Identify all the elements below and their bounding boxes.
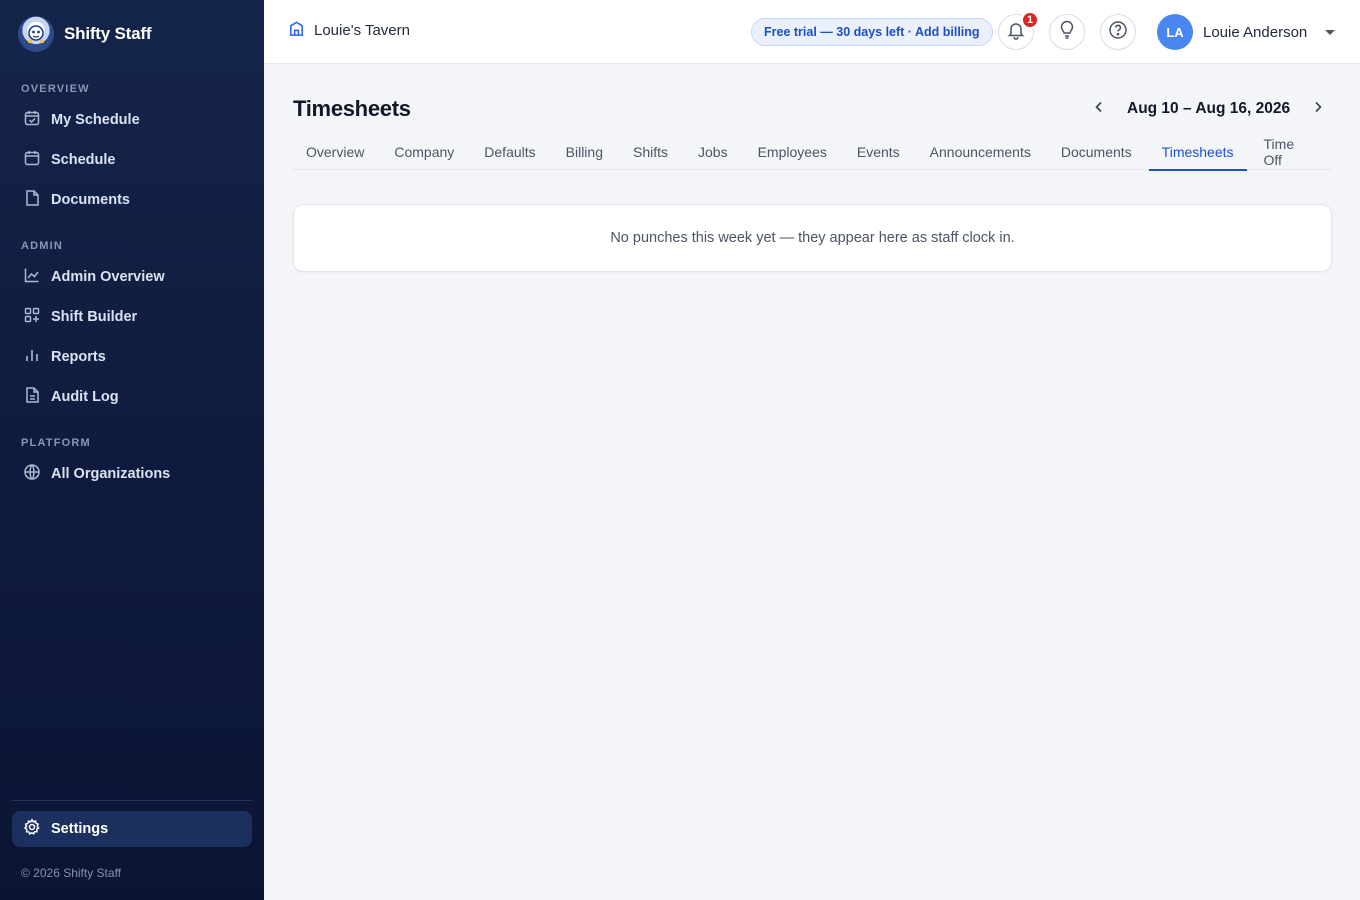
tab-defaults[interactable]: Defaults	[471, 134, 548, 170]
line-chart-icon	[23, 266, 41, 288]
file-text-icon	[23, 386, 41, 408]
sidebar-item-settings[interactable]: Settings	[12, 811, 252, 847]
brand-name: Shifty Staff	[64, 24, 152, 43]
user-menu[interactable]: LA Louie Anderson	[1157, 14, 1336, 50]
section-label-overview: OVERVIEW	[21, 83, 90, 95]
document-icon	[23, 189, 41, 211]
tab-billing[interactable]: Billing	[553, 134, 616, 170]
copyright: © 2026 Shifty Staff	[21, 866, 122, 880]
empty-state-message: No punches this week yet — they appear h…	[610, 230, 1015, 246]
avatar: LA	[1157, 14, 1193, 50]
sidebar-item-label: Audit Log	[51, 389, 119, 405]
empty-state-card: No punches this week yet — they appear h…	[293, 204, 1332, 272]
tab-timesheets[interactable]: Timesheets	[1148, 134, 1247, 171]
sidebar-item-label: Settings	[51, 821, 109, 837]
sidebar-item-shift-builder[interactable]: Shift Builder	[12, 299, 252, 335]
trial-banner-button[interactable]: Free trial — 30 days left · Add billing	[751, 18, 993, 46]
org-name: Louie's Tavern	[314, 22, 410, 39]
org-selector[interactable]: Louie's Tavern	[288, 20, 410, 41]
globe-icon	[23, 463, 41, 485]
sidebar-divider	[12, 800, 252, 801]
chevron-down-icon	[1325, 29, 1336, 35]
section-label-admin: ADMIN	[21, 240, 64, 252]
settings-tabs: Overview Company Defaults Billing Shifts…	[293, 134, 1332, 171]
sidebar-item-label: Admin Overview	[51, 269, 165, 285]
tab-events[interactable]: Events	[844, 134, 913, 170]
bar-chart-icon	[23, 346, 41, 368]
help-button[interactable]	[1100, 14, 1136, 50]
chevron-left-icon	[1092, 100, 1106, 119]
building-icon	[288, 20, 305, 41]
previous-week-button[interactable]	[1088, 98, 1110, 120]
week-navigator: Aug 10 – Aug 16, 2026	[1088, 96, 1329, 122]
next-week-button[interactable]	[1307, 98, 1329, 120]
grid-plus-icon	[23, 306, 41, 328]
brand[interactable]: Shifty Staff	[18, 16, 152, 52]
sidebar-item-audit-log[interactable]: Audit Log	[12, 379, 252, 415]
sidebar-item-admin-overview[interactable]: Admin Overview	[12, 259, 252, 295]
tab-jobs[interactable]: Jobs	[685, 134, 741, 170]
tab-announcements[interactable]: Announcements	[917, 134, 1044, 170]
tips-button[interactable]	[1049, 14, 1085, 50]
sidebar-item-all-organizations[interactable]: All Organizations	[12, 456, 252, 492]
sidebar: Shifty Staff OVERVIEW My Schedule Schedu…	[0, 0, 264, 900]
sidebar-item-reports[interactable]: Reports	[12, 339, 252, 375]
help-icon	[1108, 20, 1128, 45]
gear-icon	[23, 818, 41, 840]
tab-documents[interactable]: Documents	[1048, 134, 1145, 170]
tab-overview[interactable]: Overview	[293, 134, 377, 170]
sidebar-item-documents[interactable]: Documents	[12, 182, 252, 218]
tab-time-off[interactable]: Time Off	[1251, 134, 1328, 170]
section-label-platform: PLATFORM	[21, 437, 91, 449]
top-bar: Louie's Tavern Free trial — 30 days left…	[264, 0, 1360, 64]
notification-badge: 1	[1021, 11, 1039, 29]
calendar-icon	[23, 149, 41, 171]
calendar-check-icon	[23, 109, 41, 131]
week-range: Aug 10 – Aug 16, 2026	[1127, 100, 1291, 117]
sidebar-item-label: Schedule	[51, 152, 116, 168]
page-title: Timesheets	[293, 96, 411, 121]
sidebar-item-label: Reports	[51, 349, 106, 365]
notifications-button[interactable]: 1	[998, 11, 1039, 50]
sidebar-item-label: Documents	[51, 192, 130, 208]
tab-shifts[interactable]: Shifts	[620, 134, 681, 170]
chevron-right-icon	[1311, 100, 1325, 119]
user-name: Louie Anderson	[1203, 23, 1308, 41]
tab-employees[interactable]: Employees	[745, 134, 840, 170]
sidebar-item-label: Shift Builder	[51, 309, 138, 325]
lightbulb-icon	[1057, 20, 1077, 45]
logo-icon	[18, 16, 54, 52]
sidebar-item-my-schedule[interactable]: My Schedule	[12, 102, 252, 138]
sidebar-item-label: My Schedule	[51, 112, 140, 128]
sidebar-item-label: All Organizations	[51, 466, 171, 482]
tab-company[interactable]: Company	[381, 134, 467, 170]
sidebar-item-schedule[interactable]: Schedule	[12, 142, 252, 178]
